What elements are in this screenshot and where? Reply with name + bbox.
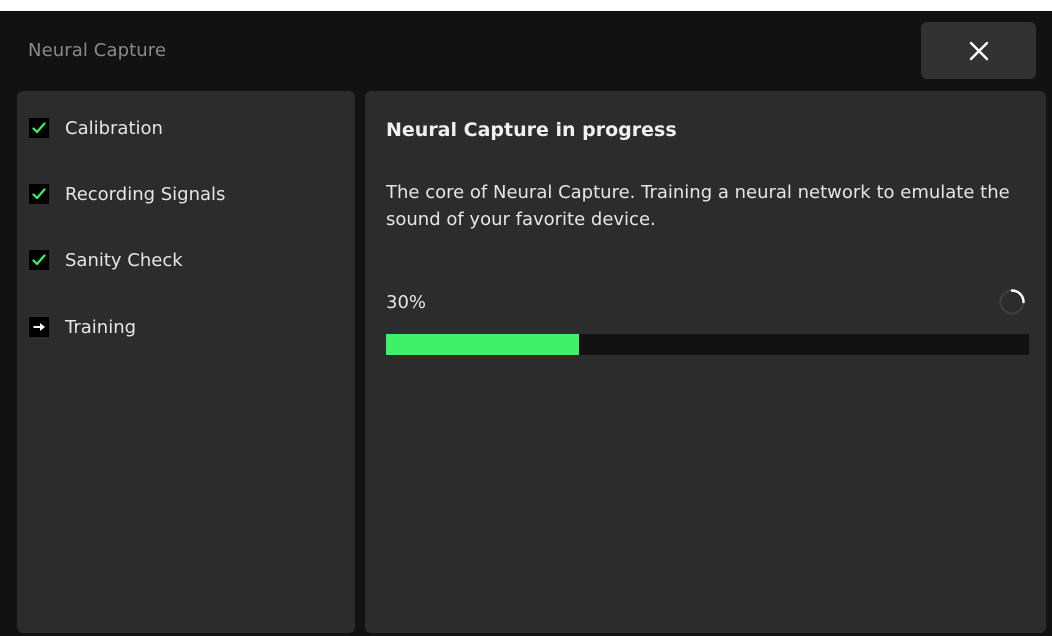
title-bar: Neural Capture [0, 11, 1052, 89]
panel-title: Neural Capture in progress [386, 119, 677, 141]
step-label: Recording Signals [65, 183, 226, 205]
window-title: Neural Capture [28, 40, 167, 61]
step-label: Calibration [65, 117, 163, 139]
check-icon [29, 118, 49, 138]
step-sanity-check: Sanity Check [29, 246, 183, 274]
check-icon [29, 250, 49, 270]
close-icon [969, 41, 988, 60]
close-button[interactable] [921, 22, 1036, 79]
steps-sidebar: Calibration Recording Signals Sanity Che… [17, 91, 355, 633]
arrow-right-icon [29, 317, 49, 337]
loading-spinner-icon [999, 289, 1025, 315]
progress-bar [386, 334, 1029, 355]
step-recording-signals: Recording Signals [29, 180, 225, 208]
step-label: Training [65, 316, 137, 338]
check-icon [29, 184, 49, 204]
progress-bar-fill [386, 334, 579, 355]
progress-panel: Neural Capture in progress The core of N… [365, 91, 1046, 633]
panel-description: The core of Neural Capture. Training a n… [386, 182, 1010, 230]
progress-percent: 30% [386, 292, 427, 313]
neural-capture-window: Neural Capture Calibration Recording Sig… [0, 11, 1052, 636]
step-calibration: Calibration [29, 114, 163, 142]
step-label: Sanity Check [65, 249, 183, 271]
step-training: Training [29, 313, 136, 341]
